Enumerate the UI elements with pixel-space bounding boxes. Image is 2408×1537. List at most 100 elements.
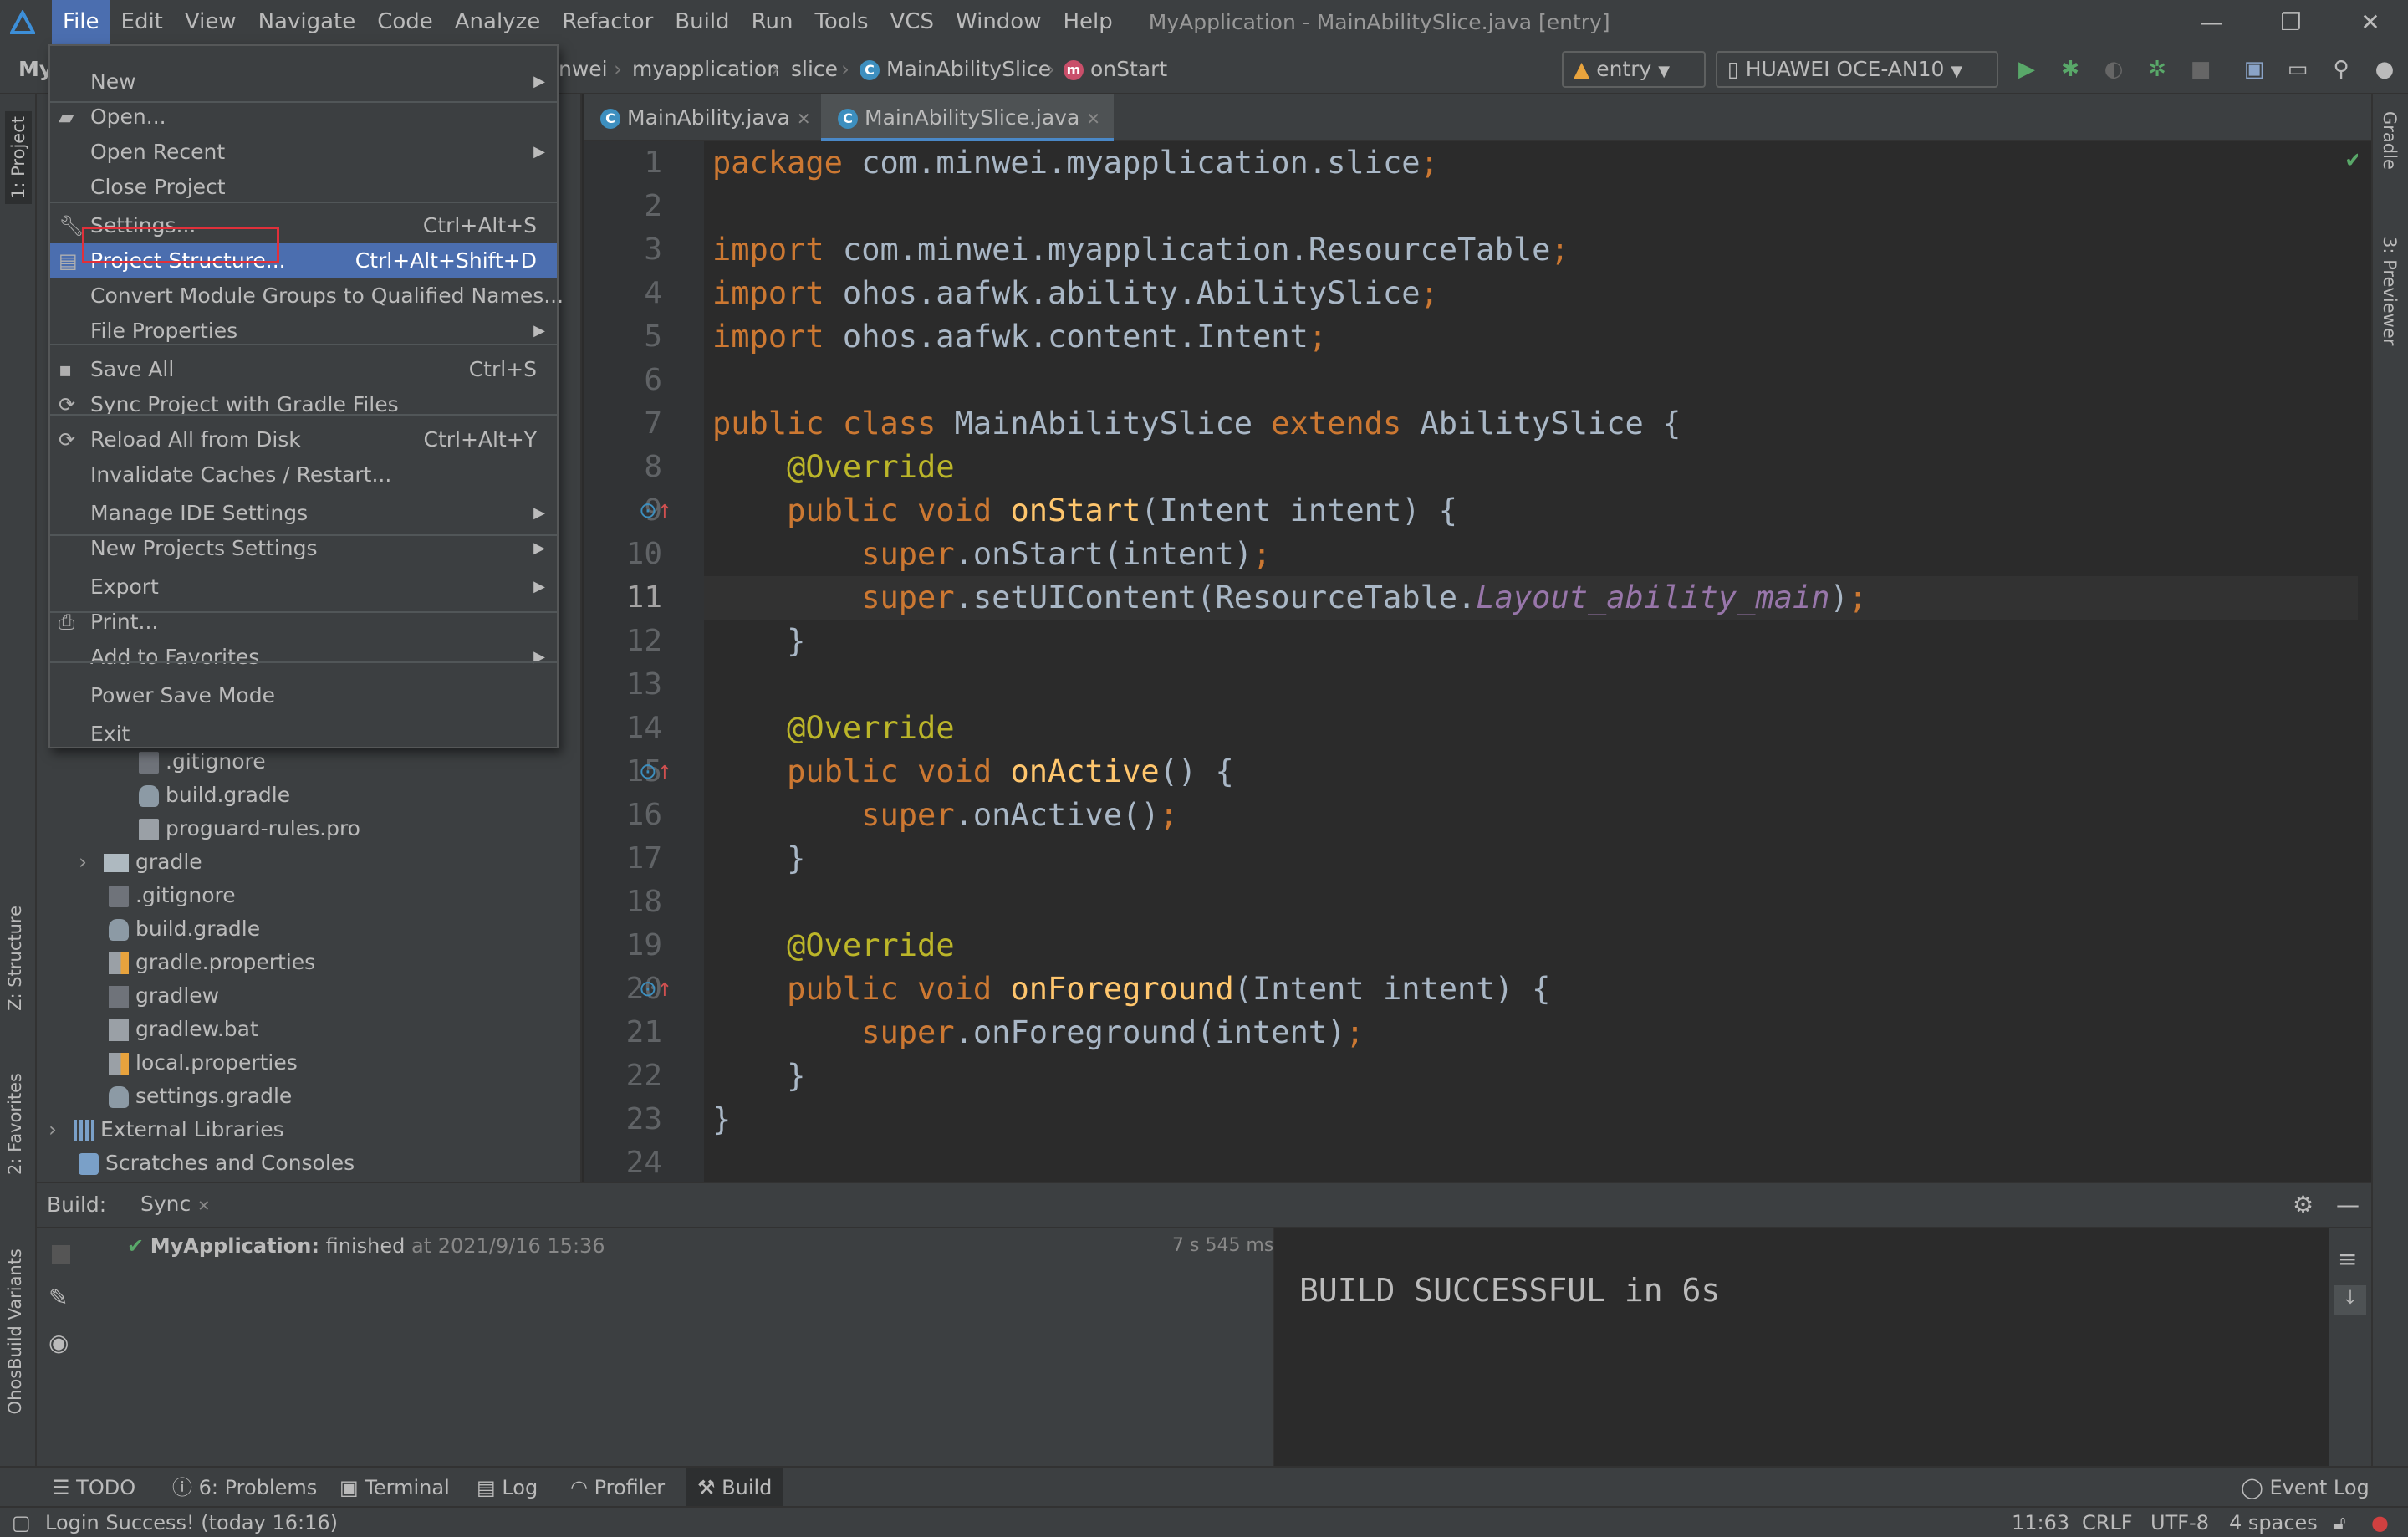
menu-code[interactable]: Code <box>366 0 444 44</box>
menu-analyze[interactable]: Analyze <box>444 0 551 44</box>
breadcrumb-item[interactable]: nwei <box>559 44 608 94</box>
menu-window[interactable]: Window <box>945 0 1053 44</box>
tree-item[interactable]: gradlew <box>109 979 219 1013</box>
restore-button[interactable]: ❐ <box>2253 0 2329 44</box>
override-method-icon[interactable]: ⊙↑ <box>639 489 672 534</box>
close-tab-icon[interactable]: ✕ <box>797 109 811 129</box>
profile-icon[interactable]: ✲ <box>2144 56 2171 83</box>
module-selector[interactable]: ▲ entry ▼ <box>1562 51 1706 88</box>
status-message[interactable]: Login Success! (today 16:16) <box>45 1508 338 1537</box>
close-tab-icon[interactable]: ✕ <box>1086 109 1100 129</box>
menu-item-open-recent[interactable]: Open Recent ▶ <box>50 135 557 170</box>
tool-terminal[interactable]: ▣ Terminal <box>339 1468 450 1508</box>
run-icon[interactable]: ▶ <box>2013 56 2040 83</box>
menu-navigate[interactable]: Navigate <box>247 0 367 44</box>
tree-item[interactable]: gradlew.bat <box>109 1013 258 1046</box>
search-icon[interactable]: ⚲ <box>2328 56 2354 83</box>
tree-item[interactable]: proguard-rules.pro <box>139 812 360 845</box>
tool-tab-ohosbuild-variants[interactable]: OhosBuild Variants <box>5 1248 25 1414</box>
tree-item[interactable]: build.gradle <box>109 912 260 946</box>
soft-wrap-icon[interactable]: ≡ <box>2338 1245 2357 1273</box>
gear-icon[interactable]: ⚙ <box>2293 1183 2314 1227</box>
caret-position[interactable]: 11:63 <box>2012 1508 2069 1537</box>
menu-item-power-save-mode[interactable]: Power Save Mode <box>50 678 557 713</box>
tree-item[interactable]: .gitignore <box>109 879 236 912</box>
tool-problems[interactable]: ⓘ 6: Problems <box>172 1468 317 1508</box>
tree-item[interactable]: settings.gradle <box>109 1080 292 1113</box>
menu-item-save-all[interactable]: ▪ Save All Ctrl+S <box>50 352 557 387</box>
menu-item-reload-all-from-disk[interactable]: ⟳ Reload All from Disk Ctrl+Alt+Y <box>50 422 557 457</box>
tab-mainability-java[interactable]: C MainAbility.java ✕ <box>584 94 824 141</box>
device-manager-icon[interactable]: ▭ <box>2284 56 2311 83</box>
code-editor[interactable]: package com.minwei.myapplication.slice; … <box>704 141 2358 1182</box>
menu-item-manage-ide-settings[interactable]: Manage IDE Settings ▶ <box>50 496 557 531</box>
tree-item[interactable]: build.gradle <box>139 779 290 812</box>
breadcrumb-item[interactable]: slice <box>791 44 838 94</box>
inspection-ok-icon[interactable]: ✔ <box>2344 148 2358 173</box>
build-tab-sync[interactable]: Sync ✕ <box>129 1183 222 1231</box>
attach-debugger-icon[interactable]: ◐ <box>2100 56 2127 83</box>
project-label[interactable]: My <box>18 44 53 94</box>
menu-vcs[interactable]: VCS <box>880 0 945 44</box>
menu-edit[interactable]: Edit <box>110 0 174 44</box>
menu-item-new-projects-settings[interactable]: New Projects Settings ▶ <box>50 531 557 566</box>
menu-item-add-to-favorites[interactable]: Add to Favorites ▶ <box>50 640 557 675</box>
tool-event-log[interactable]: ◯ Event Log <box>2241 1468 2370 1508</box>
tree-item[interactable]: › External Libraries <box>48 1113 284 1146</box>
tool-log[interactable]: ▤ Log <box>477 1468 538 1508</box>
debug-icon[interactable]: ✱ <box>2057 56 2084 83</box>
menu-item-exit[interactable]: Exit <box>50 717 557 752</box>
device-selector[interactable]: ▯ HUAWEI OCE-AN10 ▼ <box>1716 51 1998 88</box>
minimize-panel-icon[interactable]: — <box>2336 1183 2360 1227</box>
scroll-to-end-icon[interactable]: ⤓ <box>2334 1285 2366 1315</box>
tree-item[interactable]: › gradle <box>79 845 202 879</box>
menu-item-invalidate-caches-restart[interactable]: Invalidate Caches / Restart... <box>50 457 557 493</box>
account-icon[interactable]: ● <box>2371 56 2398 83</box>
menu-item-open[interactable]: ▰ Open... <box>50 100 557 135</box>
tree-item[interactable]: gradle.properties <box>109 946 315 979</box>
tree-item[interactable]: Scratches and Consoles <box>79 1146 355 1180</box>
breadcrumb-item[interactable]: myapplication <box>632 44 780 94</box>
tool-build[interactable]: ⚒ Build <box>686 1468 784 1508</box>
menu-file[interactable]: File <box>52 0 110 44</box>
breadcrumb-class[interactable]: C MainAbilitySlice <box>860 44 1051 94</box>
menu-item-sync-project-with-gradle-files[interactable]: ⟳ Sync Project with Gradle Files <box>50 387 557 422</box>
eye-icon[interactable]: ◉ <box>48 1329 69 1356</box>
menu-tools[interactable]: Tools <box>804 0 879 44</box>
project-structure-icon[interactable]: ▣ <box>2241 56 2268 83</box>
pin-icon[interactable]: ✎ <box>48 1284 68 1311</box>
breadcrumb-method[interactable]: m onStart <box>1064 44 1167 94</box>
stop-build-icon[interactable] <box>52 1245 70 1264</box>
stop-icon[interactable]: ■ <box>2187 56 2214 83</box>
tree-item[interactable]: local.properties <box>109 1046 298 1080</box>
menu-view[interactable]: View <box>174 0 247 44</box>
tab-mainabilityslice-java[interactable]: C MainAbilitySlice.java ✕ <box>821 94 1115 141</box>
tool-tab-structure[interactable]: Z: Structure <box>5 906 25 1011</box>
menu-item-export[interactable]: Export ▶ <box>50 569 557 605</box>
menu-item-new[interactable]: New ▶ <box>50 64 557 100</box>
line-separator[interactable]: CRLF <box>2082 1508 2133 1537</box>
tool-tab-previewer[interactable]: 3: Previewer <box>2380 237 2400 345</box>
menu-item-close-project[interactable]: Close Project <box>50 170 557 205</box>
tool-tab-favorites[interactable]: 2: Favorites <box>5 1073 25 1175</box>
menu-build[interactable]: Build <box>664 0 740 44</box>
build-result-row[interactable]: ✔ MyApplication: finished at 2021/9/16 1… <box>127 1228 605 1264</box>
override-method-icon[interactable]: ⊙↑ <box>639 750 672 795</box>
menu-run[interactable]: Run <box>741 0 804 44</box>
minimize-button[interactable]: — <box>2174 0 2249 44</box>
menu-item-print[interactable]: ⎙ Print... <box>50 605 557 640</box>
menu-refactor[interactable]: Refactor <box>551 0 664 44</box>
tool-todo[interactable]: ☰ TODO <box>52 1468 135 1508</box>
indent-setting[interactable]: 4 spaces <box>2229 1508 2318 1537</box>
override-method-icon[interactable]: ⊙↑ <box>639 968 672 1013</box>
close-button[interactable]: ✕ <box>2333 0 2408 44</box>
status-panel-icon[interactable]: ▢ <box>12 1508 31 1537</box>
file-encoding[interactable]: UTF-8 <box>2150 1508 2209 1537</box>
tool-tab-project[interactable]: 1: Project <box>5 111 32 204</box>
build-output-console[interactable]: BUILD SUCCESSFUL in 6s <box>1276 1228 2329 1466</box>
error-indicator-icon[interactable]: ● <box>2371 1508 2389 1537</box>
tool-tab-gradle[interactable]: Gradle <box>2380 111 2400 170</box>
tool-profiler[interactable]: ◠ Profiler <box>570 1468 665 1508</box>
menu-help[interactable]: Help <box>1052 0 1123 44</box>
close-tab-icon[interactable]: ✕ <box>197 1197 210 1215</box>
